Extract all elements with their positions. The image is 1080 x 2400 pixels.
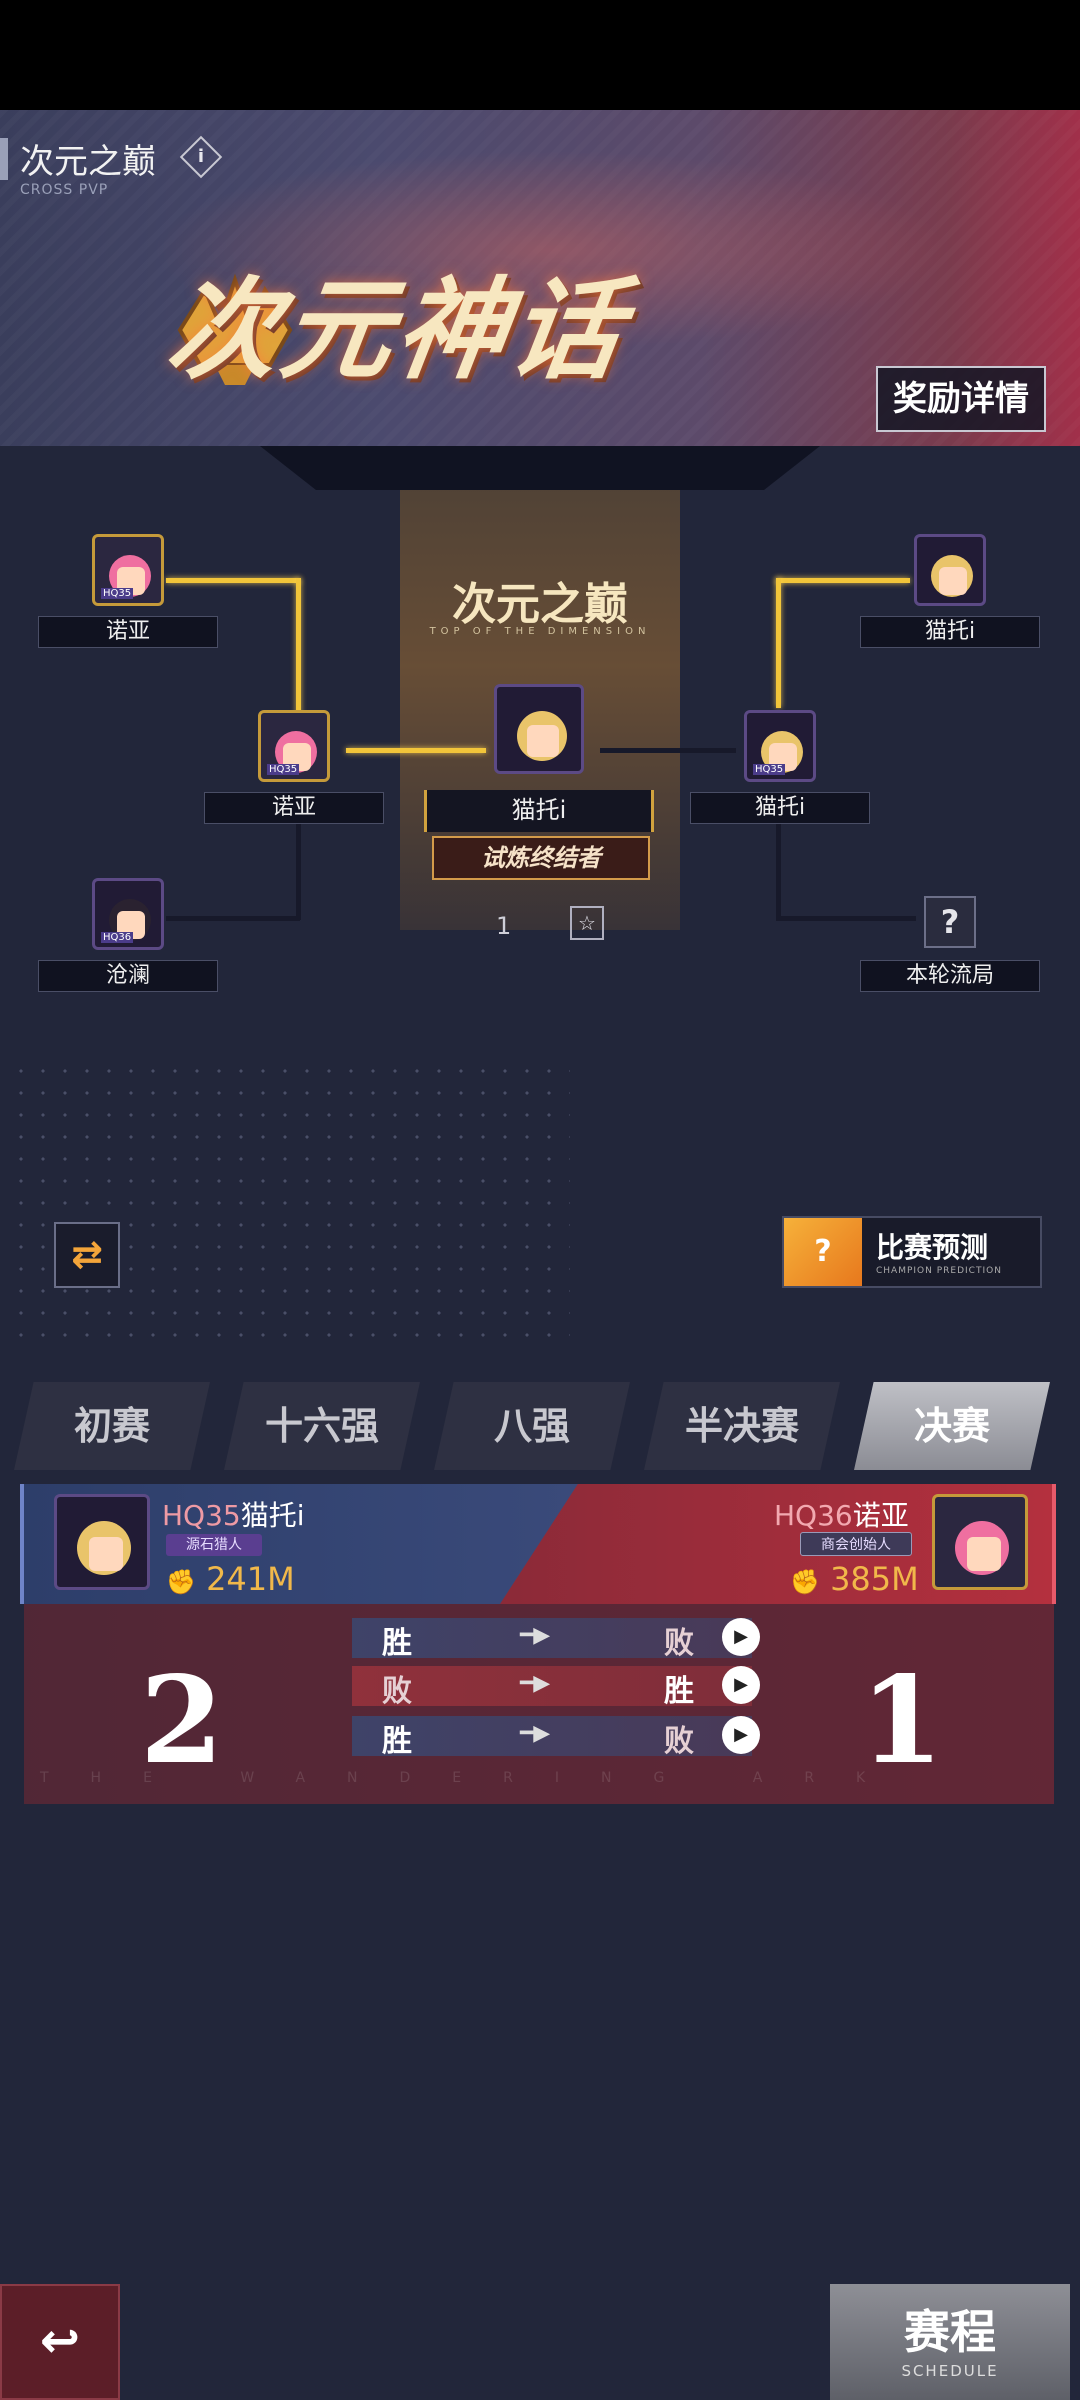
versus-arrow-icon: ━▶: [520, 1622, 551, 1648]
round-left-result: 胜: [382, 1626, 412, 1661]
back-button[interactable]: ↩: [0, 2284, 120, 2400]
bracket-line: [776, 916, 916, 921]
right-score: 1: [860, 1650, 944, 1791]
page-title: 次元之巅: [20, 143, 156, 181]
round-right-result: 败: [664, 1626, 694, 1661]
reward-details-button[interactable]: 奖励详情: [876, 366, 1046, 432]
player-avatar[interactable]: HQ36: [92, 878, 164, 950]
tab-quarterfinal[interactable]: 八强: [434, 1382, 630, 1470]
tab-round-of-16[interactable]: 十六强: [224, 1382, 420, 1470]
page-subtitle: CROSS PVP: [20, 182, 109, 198]
bracket-line: [600, 748, 736, 753]
prediction-sublabel: CHAMPION PREDICTION: [876, 1266, 1002, 1276]
bracket-header-band: [260, 446, 820, 490]
schedule-button[interactable]: 赛程 SCHEDULE: [830, 2284, 1070, 2400]
bracket-name-right-bottom: 本轮流局: [860, 960, 1040, 992]
bracket-line: [166, 578, 300, 583]
bracket-name-left-bottom: 沧澜: [38, 960, 218, 992]
left-player-power: ✊ 241M: [166, 1560, 295, 1598]
player-avatar[interactable]: HQ35: [744, 710, 816, 782]
right-player-title-badge: 商会创始人: [800, 1532, 912, 1556]
schedule-label: 赛程: [904, 2305, 996, 2359]
replay-button[interactable]: ▶: [722, 1716, 760, 1754]
round-result-row: 胜 ━▶ 败: [352, 1716, 752, 1759]
left-score: 2: [140, 1650, 224, 1791]
champion-panel-title: 次元之巅: [452, 579, 628, 630]
decorative-dots: [10, 1060, 570, 1350]
player-avatar[interactable]: HQ35: [92, 534, 164, 606]
right-player-avatar[interactable]: [932, 1494, 1028, 1590]
title-accent: [0, 138, 8, 180]
tab-semifinal[interactable]: 半决赛: [644, 1382, 840, 1470]
back-icon: ↩: [39, 2313, 81, 2369]
champion-title-badge: 试炼终结者: [432, 836, 650, 880]
left-player-title-badge: 源石猎人: [166, 1534, 262, 1556]
tab-final[interactable]: 决赛: [854, 1382, 1050, 1470]
avatar-hq-tag: HQ35: [267, 764, 300, 775]
right-player-name: HQ36诺亚: [774, 1499, 909, 1532]
swap-view-button[interactable]: ⇄: [54, 1222, 120, 1288]
status-bar: [0, 0, 1080, 110]
bracket-line: [296, 578, 301, 728]
round-right-result: 败: [664, 1724, 694, 1759]
left-player-avatar[interactable]: [54, 1494, 150, 1590]
champion-avatar[interactable]: [494, 684, 584, 774]
replay-button[interactable]: ▶: [722, 1618, 760, 1656]
bracket-name-left-top: 诺亚: [38, 616, 218, 648]
versus-arrow-icon: ━▶: [520, 1670, 551, 1696]
round-result-row: 败 ━▶ 胜: [352, 1666, 752, 1709]
schedule-sublabel: SCHEDULE: [901, 2362, 999, 2380]
favorite-star-icon[interactable]: ☆: [570, 906, 604, 940]
bracket-line: [346, 748, 486, 753]
champion-name: 猫托i: [424, 790, 654, 832]
unknown-player-icon: ?: [924, 896, 976, 948]
avatar-hq-tag: HQ35: [101, 588, 134, 599]
player-avatar[interactable]: [914, 534, 986, 606]
banner-logo: 次元神话: [159, 265, 634, 394]
right-player-power: ✊ 385M: [790, 1560, 919, 1598]
avatar-hq-tag: HQ35: [753, 764, 786, 775]
versus-arrow-icon: ━▶: [520, 1720, 551, 1746]
fist-icon: ✊: [166, 1568, 196, 1596]
prediction-label: 比赛预测: [876, 1231, 989, 1264]
champion-panel-subtitle: TOP OF THE DIMENSION: [429, 626, 651, 637]
bracket-name-right-mid: 猫托i: [690, 792, 870, 824]
fist-icon: ✊: [790, 1568, 820, 1596]
round-left-result: 败: [382, 1674, 412, 1709]
round-right-result: 胜: [664, 1674, 694, 1709]
like-count: 1: [496, 912, 512, 940]
champion-prediction-button[interactable]: ? 比赛预测 CHAMPION PREDICTION: [782, 1216, 1042, 1288]
bracket-name-right-top: 猫托i: [860, 616, 1040, 648]
round-left-result: 胜: [382, 1724, 412, 1759]
bracket-line: [776, 578, 781, 708]
bracket-line: [776, 578, 910, 583]
swap-icon: ⇄: [71, 1232, 103, 1276]
bracket-line: [166, 916, 300, 921]
round-result-row: 胜 ━▶ 败: [352, 1618, 752, 1661]
player-avatar[interactable]: HQ35: [258, 710, 330, 782]
bracket-name-left-mid: 诺亚: [204, 792, 384, 824]
left-player-name: HQ35猫托i: [162, 1499, 305, 1532]
replay-button[interactable]: ▶: [722, 1666, 760, 1704]
tab-preliminary[interactable]: 初赛: [14, 1382, 210, 1470]
avatar-hq-tag: HQ36: [101, 932, 134, 943]
prediction-icon: ?: [784, 1218, 862, 1286]
